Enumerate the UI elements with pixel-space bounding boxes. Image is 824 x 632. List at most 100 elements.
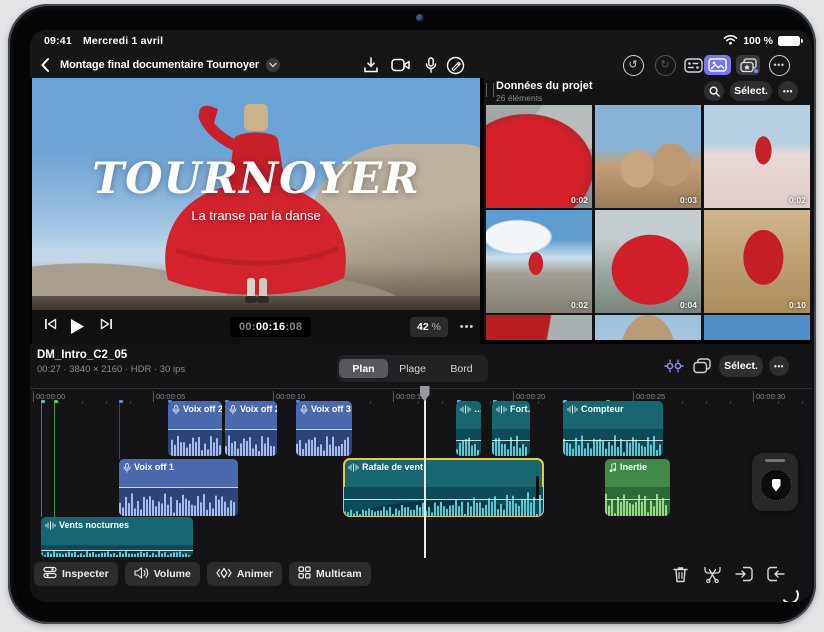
- timecode-display[interactable]: 00:00:16:08: [230, 317, 311, 337]
- media-browser-icon[interactable]: [704, 55, 731, 75]
- voice-clip-icon: [300, 405, 308, 417]
- browser-select-button[interactable]: Sélect.: [730, 81, 772, 101]
- jog-dial[interactable]: [760, 469, 792, 501]
- media-thumbnail-cappadocia-rocks[interactable]: 0:03: [595, 105, 701, 208]
- ruler-tick: [58, 401, 59, 404]
- timeline-clip[interactable]: Voix off 3: [296, 401, 352, 456]
- back-button[interactable]: [40, 56, 56, 74]
- timeline-clip[interactable]: Rafale de vent: [344, 459, 543, 516]
- tab-plage[interactable]: Plage: [388, 359, 437, 378]
- redo-icon[interactable]: ↻: [654, 55, 676, 75]
- ruler-label: 00:00:00: [33, 391, 65, 402]
- timeline-more-icon[interactable]: •••: [769, 356, 789, 376]
- timeline-clip[interactable]: Voix off 2: [225, 401, 277, 456]
- insert-clip-icon[interactable]: [734, 564, 754, 584]
- play-button[interactable]: [70, 318, 85, 335]
- speaker-icon: [134, 567, 149, 582]
- viewer-more-icon[interactable]: •••: [456, 317, 478, 337]
- clip-volume-line[interactable]: [296, 429, 352, 430]
- thumbnail-duration: 0:02: [789, 195, 806, 205]
- clip-name: …: [474, 404, 481, 414]
- undo-icon[interactable]: ↺: [622, 55, 644, 75]
- trash-icon[interactable]: [670, 564, 690, 584]
- panel-drag-handle[interactable]: [486, 83, 494, 97]
- media-thumbnail-salt-flat-dancer[interactable]: 0:02: [704, 105, 810, 208]
- media-thumbnail-badlands-dancer[interactable]: 0:02: [486, 210, 592, 313]
- wifi-icon: [723, 34, 738, 48]
- clip-name: Voix off 2: [240, 404, 277, 414]
- clip-waveform-area: [119, 487, 238, 516]
- media-thumbnail-red-jacket-closeup[interactable]: [486, 315, 592, 340]
- clip-waveform-area: [225, 429, 277, 456]
- more-icon[interactable]: •••: [768, 55, 790, 75]
- media-thumbnail-sky-clouds[interactable]: [704, 315, 810, 340]
- clip-volume-line[interactable]: [605, 499, 670, 500]
- next-frame-icon[interactable]: [100, 318, 113, 330]
- animer-button[interactable]: Animer: [207, 562, 282, 586]
- clip-volume-line[interactable]: [168, 429, 222, 430]
- blade-scissors-icon[interactable]: [702, 564, 722, 584]
- timeline-clip[interactable]: Vents nocturnes: [41, 517, 193, 557]
- timeline-clip[interactable]: Fort…: [492, 401, 530, 456]
- tab-plan[interactable]: Plan: [339, 359, 388, 378]
- voice-clip-icon: [172, 405, 180, 417]
- viewer-zoom-control[interactable]: 42 %: [410, 317, 448, 337]
- media-thumbnail-dervish-spin[interactable]: 0:04: [595, 210, 701, 313]
- timecode-main: 00:16: [256, 321, 286, 333]
- clip-volume-line[interactable]: [456, 440, 481, 441]
- clips-star-icon[interactable]: [736, 55, 760, 75]
- timeline-clip[interactable]: …: [456, 401, 481, 456]
- jog-wheel[interactable]: [752, 453, 798, 511]
- inspector-icon[interactable]: [682, 55, 704, 75]
- pencil-icon[interactable]: [444, 55, 466, 75]
- tab-bord[interactable]: Bord: [437, 359, 486, 378]
- browser-more-icon[interactable]: •••: [778, 81, 798, 101]
- thumbnail-duration: 0:02: [571, 300, 588, 310]
- project-title-menu[interactable]: Montage final documentaire Tournoyer: [60, 58, 280, 72]
- timeline-tabs: PlanPlageBord: [337, 355, 488, 382]
- clip-volume-line[interactable]: [344, 499, 543, 500]
- multicam-button[interactable]: Multicam: [289, 562, 371, 586]
- media-thumbnail-hat-closeup[interactable]: [595, 315, 701, 340]
- overlap-clips-icon[interactable]: [691, 356, 713, 376]
- video-viewer: TOURNOYER La transe par la danse: [32, 78, 480, 310]
- inspecter-button[interactable]: Inspecter: [34, 562, 118, 586]
- timeline-clip-meta: 00:27 · 3840 × 2160 · HDR · 30 ips: [37, 364, 185, 375]
- button-label: Animer: [237, 568, 273, 580]
- clip-volume-line[interactable]: [225, 429, 277, 430]
- project-media-browser: Données du projet 26 éléments Sélect. ••…: [484, 78, 812, 340]
- mic-icon[interactable]: [420, 55, 442, 75]
- camera-icon[interactable]: [390, 55, 412, 75]
- media-thumbnail-wheat-field-man[interactable]: 0:10: [704, 210, 810, 313]
- timeline-clip[interactable]: Compteur: [563, 401, 663, 456]
- clip-edge-guide: [54, 403, 55, 517]
- ruler-tick: [130, 401, 131, 404]
- music-clip-icon: [609, 463, 617, 475]
- clip-volume-line[interactable]: [119, 487, 238, 488]
- clip-volume-line[interactable]: [563, 440, 663, 441]
- ruler-tick: [682, 401, 683, 404]
- app-toolbar: Montage final documentaire Tournoyer ↺: [30, 52, 812, 78]
- previous-frame-icon[interactable]: [44, 318, 57, 330]
- media-thumbnail-red-dervish-closeup[interactable]: 0:02: [486, 105, 592, 208]
- export-icon[interactable]: [360, 55, 382, 75]
- timeline-select-button[interactable]: Sélect.: [719, 355, 763, 377]
- clip-waveform-area: [563, 429, 663, 456]
- playhead[interactable]: [424, 386, 426, 558]
- magnetic-timeline-icon[interactable]: [663, 356, 685, 376]
- overwrite-clip-icon[interactable]: [766, 564, 786, 584]
- volume-button[interactable]: Volume: [125, 562, 200, 586]
- inspector-sliders-icon: [43, 566, 57, 582]
- ruler-tick: [82, 401, 83, 404]
- clip-volume-line[interactable]: [492, 440, 530, 441]
- timeline-clip[interactable]: Voix off 2: [168, 401, 222, 456]
- timeline-clip[interactable]: Inertie: [605, 459, 670, 516]
- button-label: Multicam: [316, 568, 362, 580]
- clip-name: Voix off 3: [311, 404, 351, 414]
- timeline-clip[interactable]: Voix off 1: [119, 459, 238, 516]
- clip-waveform-area: [492, 429, 530, 456]
- clip-volume-line[interactable]: [41, 550, 193, 551]
- battery-percent: 100 %: [743, 35, 773, 47]
- thumbnail-duration: 0:02: [571, 195, 588, 205]
- search-icon[interactable]: [704, 81, 724, 101]
